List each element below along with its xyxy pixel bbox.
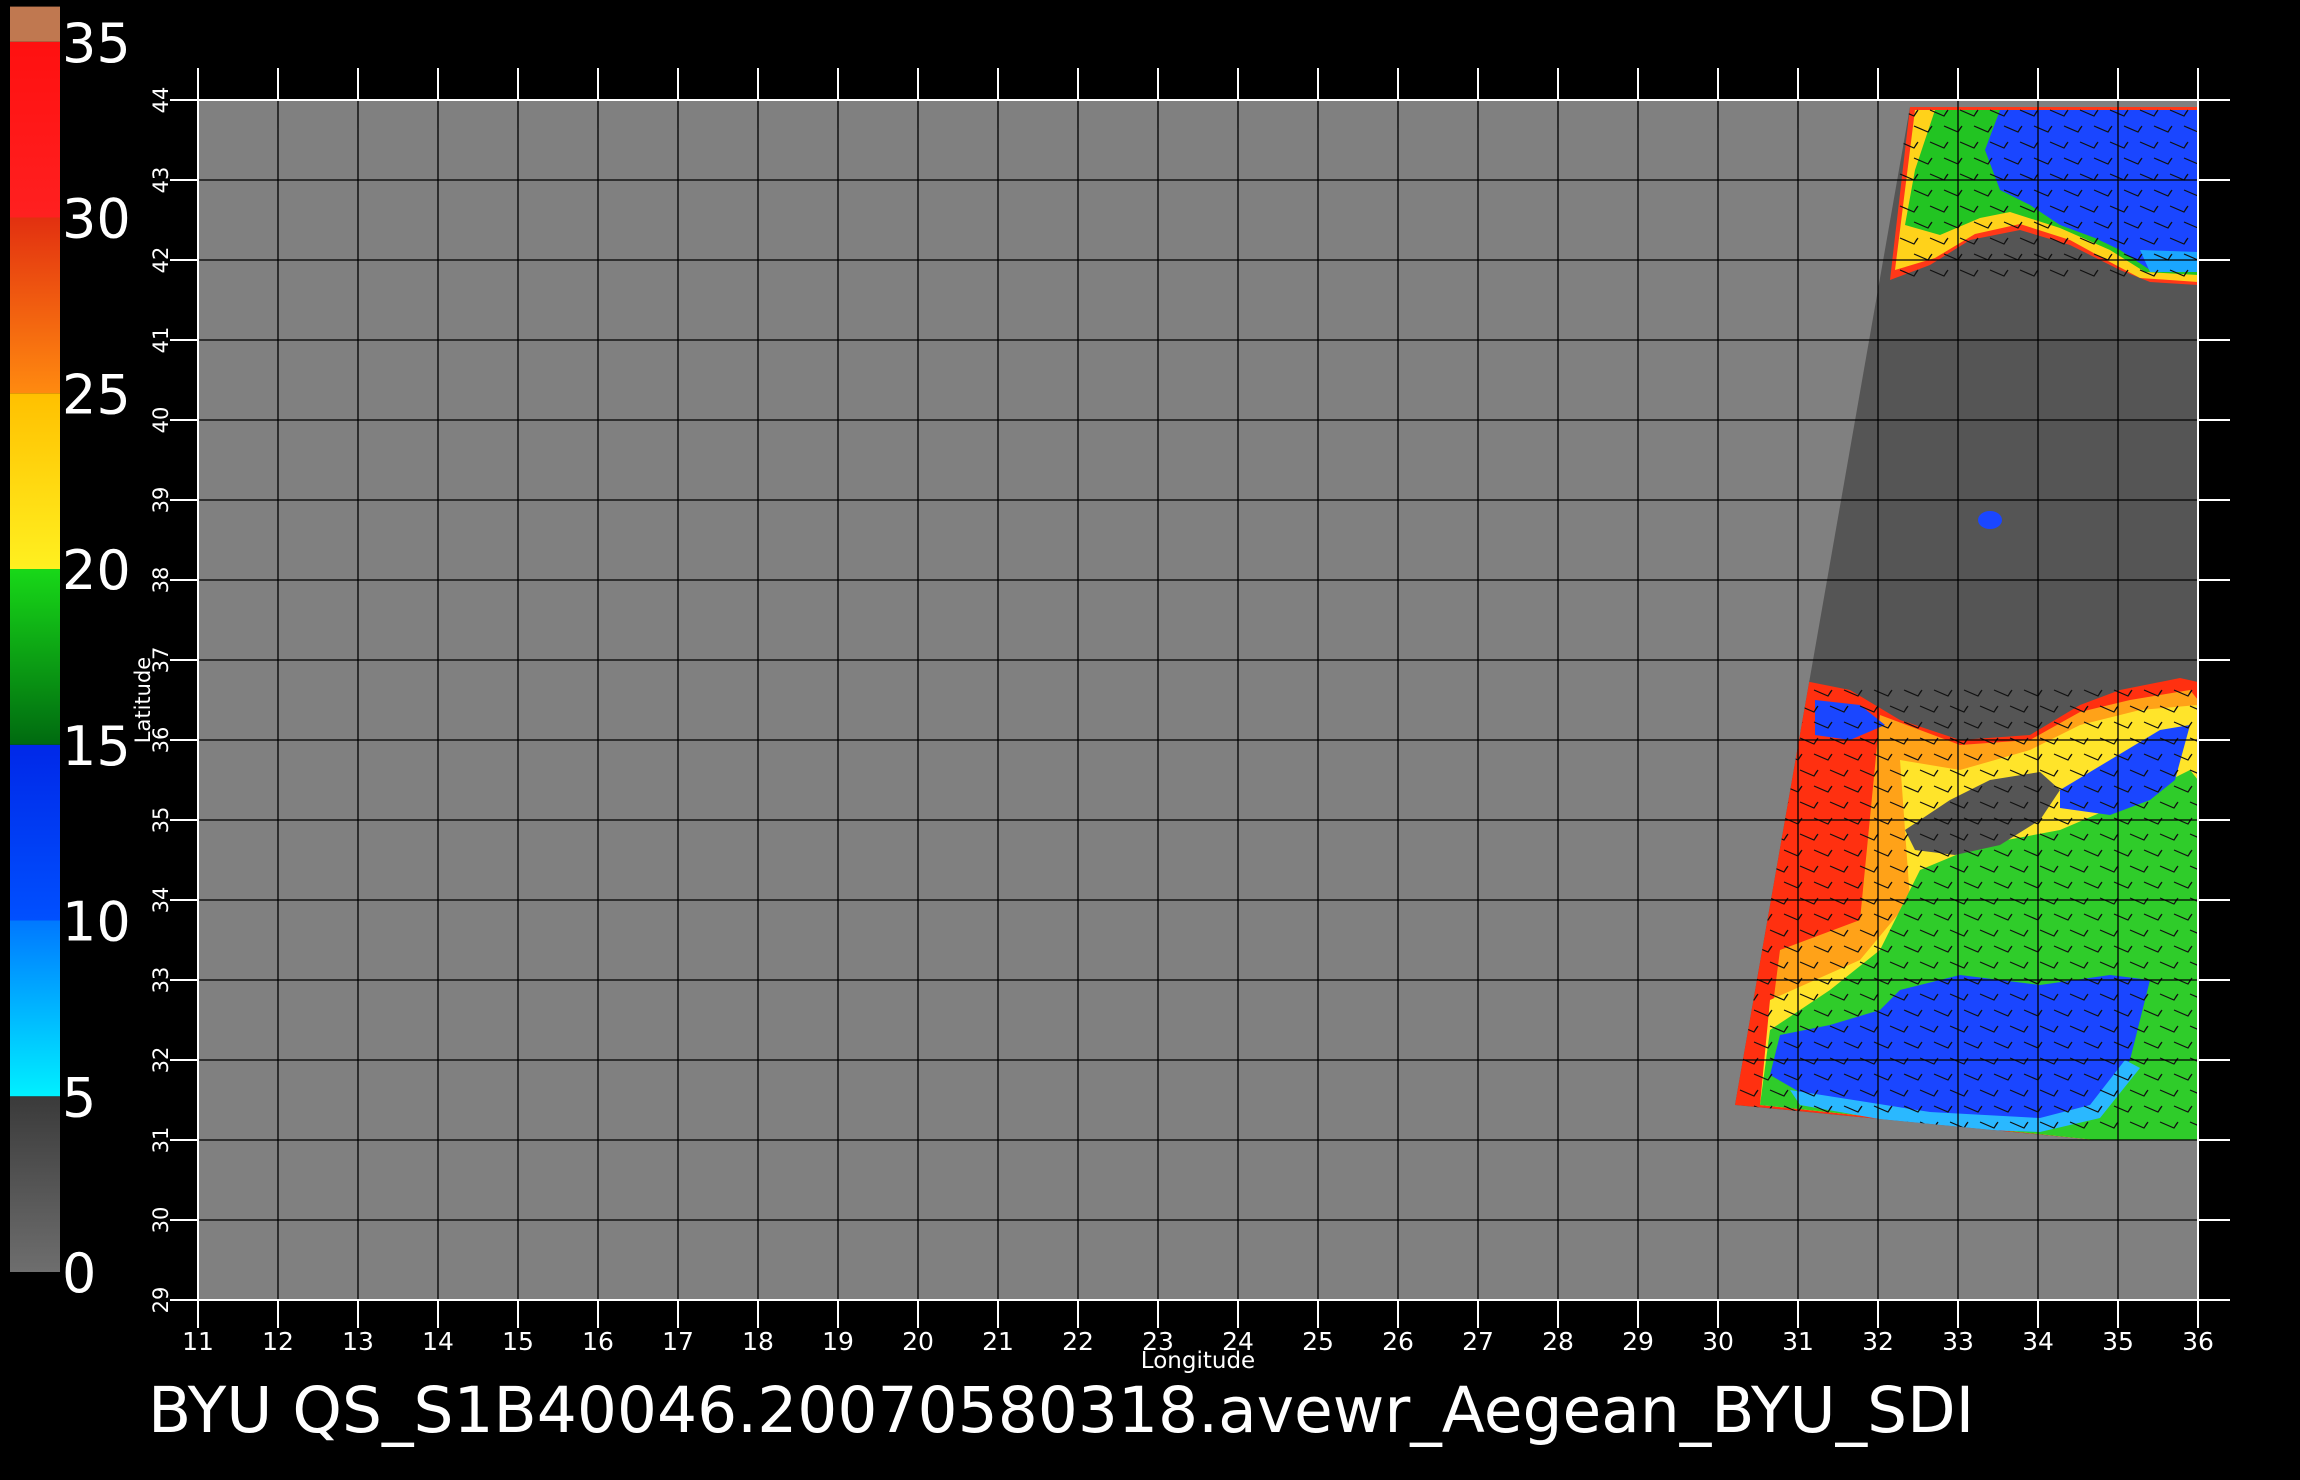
wind-barb: [2204, 754, 2222, 760]
lat-tick-label: 29: [149, 1287, 173, 1314]
lat-tick-label: 41: [149, 327, 173, 354]
wind-barb: [2204, 914, 2222, 920]
colorbar-segment: [10, 393, 60, 569]
lat-tick-label: 42: [149, 247, 173, 274]
x-axis-label: Longitude: [1141, 1348, 1255, 1374]
lat-tick-label: 31: [149, 1127, 173, 1154]
colorbar-tick-label: 30: [62, 188, 131, 251]
lat-tick-label: 33: [149, 967, 173, 994]
lon-tick-label: 32: [1862, 1327, 1894, 1356]
colorbar: [10, 6, 60, 1272]
wind-region-north-cyan: [2140, 250, 2198, 272]
lat-tick-label: 39: [149, 487, 173, 514]
lon-tick-label: 29: [1622, 1327, 1654, 1356]
lat-tick-label: 40: [149, 407, 173, 434]
colorbar-tick-labels: 0 5 10 15 20 25 30 35: [62, 12, 131, 1305]
colorbar-tick-label: 5: [62, 1066, 96, 1129]
lon-tick-label: 18: [742, 1327, 774, 1356]
wind-barb: [2204, 722, 2222, 728]
lon-tick-label: 12: [262, 1327, 294, 1356]
wind-barb: [2204, 882, 2222, 888]
colorbar-tick-label: 0: [62, 1242, 96, 1305]
lon-tick-label: 11: [182, 1327, 214, 1356]
lat-tick-label: 44: [149, 87, 173, 114]
lon-tick-label: 21: [982, 1327, 1014, 1356]
lon-tick-label: 14: [422, 1327, 454, 1356]
wind-map-figure: 0 5 10 15 20 25 30 35 11 12 13 14 15 16 17 18 1…: [10, 6, 2230, 1447]
colorbar-segment: [10, 6, 60, 42]
wind-barb: [2204, 1074, 2222, 1080]
colorbar-tick-label: 10: [62, 891, 131, 954]
wind-barb: [2204, 1042, 2222, 1048]
lon-tick-label: 35: [2102, 1327, 2134, 1356]
lon-tick-label: 34: [2022, 1327, 2054, 1356]
lat-tick-label: 43: [149, 167, 173, 194]
colorbar-segment: [10, 920, 60, 1097]
colorbar-segment: [10, 744, 60, 921]
lon-tick-label: 15: [502, 1327, 534, 1356]
lon-tick-label: 20: [902, 1327, 934, 1356]
colorbar-tick-label: 35: [62, 12, 131, 75]
wind-barb: [2204, 1010, 2222, 1016]
lon-tick-label: 28: [1542, 1327, 1574, 1356]
lon-tick-label: 19: [822, 1327, 854, 1356]
colorbar-segment: [10, 569, 60, 745]
colorbar-tick-label: 25: [62, 363, 131, 426]
lon-tick-label: 25: [1302, 1327, 1334, 1356]
wind-barb: [2204, 1106, 2222, 1112]
colorbar-segment: [10, 217, 60, 394]
lon-tick-label: 17: [662, 1327, 694, 1356]
lon-tick-label: 30: [1702, 1327, 1734, 1356]
colorbar-tick-label: 15: [62, 715, 131, 778]
lon-tick-label: 33: [1942, 1327, 1974, 1356]
lat-tick-label: 30: [149, 1207, 173, 1234]
lon-tick-label: 31: [1782, 1327, 1814, 1356]
lat-tick-label: 32: [149, 1047, 173, 1074]
lon-tick-label: 16: [582, 1327, 614, 1356]
colorbar-segment: [10, 41, 60, 218]
lon-tick-label: 13: [342, 1327, 374, 1356]
wind-barb: [2204, 786, 2222, 792]
lon-tick-label: 36: [2182, 1327, 2214, 1356]
lat-tick-label: 34: [149, 887, 173, 914]
lon-tick-label: 26: [1382, 1327, 1414, 1356]
colorbar-segment: [10, 1096, 60, 1272]
colorbar-tick-label: 20: [62, 539, 131, 602]
wind-barb: [2204, 850, 2222, 856]
wind-patch-small: [1978, 511, 2002, 529]
lat-tick-label: 35: [149, 807, 173, 834]
wind-barb: [2204, 946, 2222, 952]
wind-barb: [2204, 690, 2222, 696]
lon-tick-label: 22: [1062, 1327, 1094, 1356]
lat-tick-label: 38: [149, 567, 173, 594]
figure-title: BYU QS_S1B40046.20070580318.avewr_Aegean…: [148, 1374, 1974, 1447]
lon-tick-label: 27: [1462, 1327, 1494, 1356]
y-axis-label: Latitude: [131, 657, 155, 743]
